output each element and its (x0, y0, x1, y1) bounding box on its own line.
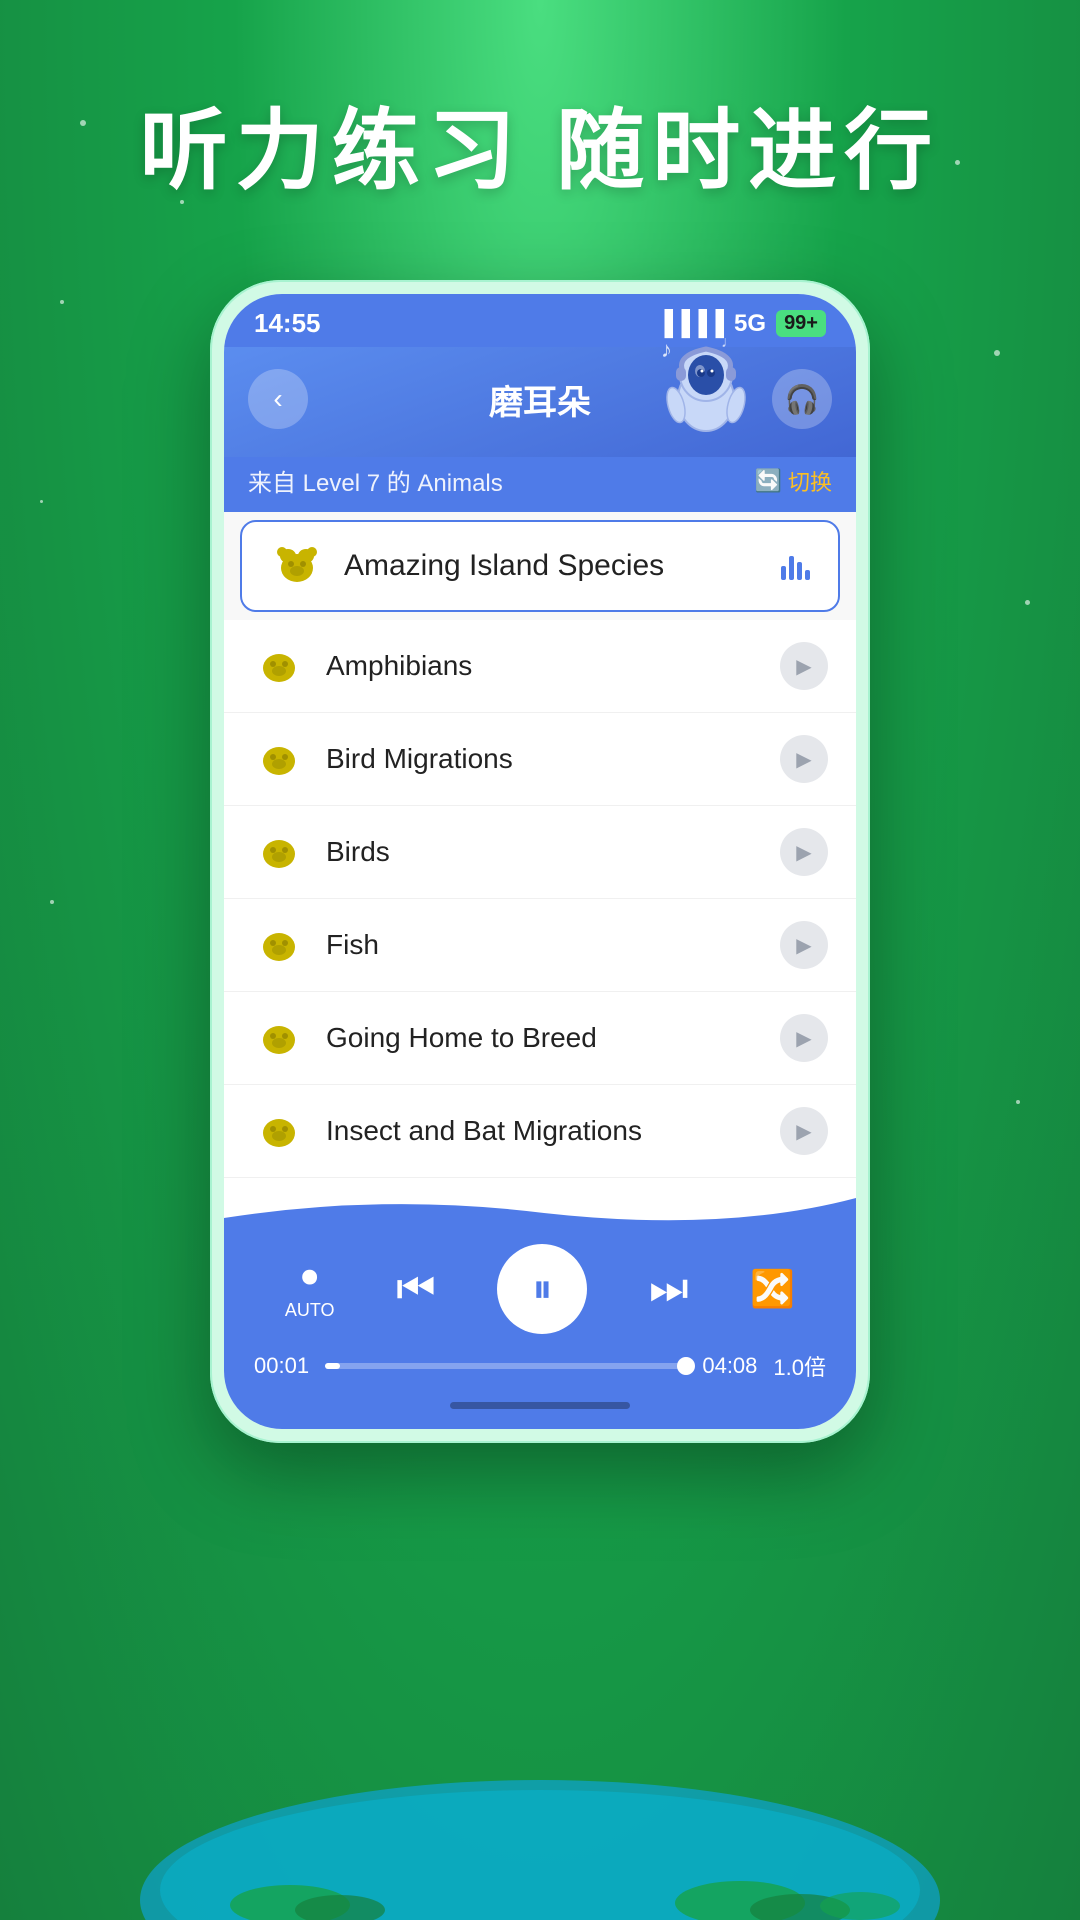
track-item-4[interactable]: Birds ▶ (224, 806, 856, 899)
wave-section (224, 1178, 856, 1228)
auto-label: AUTO (285, 1300, 335, 1321)
back-icon: ‹ (273, 383, 282, 415)
star (50, 900, 54, 904)
track-name-6: Going Home to Breed (326, 1022, 760, 1054)
progress-dot (677, 1357, 695, 1375)
pause-icon: ⏸ (532, 1267, 552, 1312)
headphone-icon: 🎧 (785, 383, 820, 416)
track-list: Amazing Island Species (224, 512, 856, 1178)
player-controls: ⏺ AUTO ⏮ ⏸ ⏭ 🔀 (254, 1244, 826, 1334)
auto-icon: ⏺ (302, 1258, 318, 1296)
progress-fill (325, 1363, 339, 1369)
back-button[interactable]: ‹ (248, 369, 308, 429)
progress-track[interactable] (325, 1363, 686, 1369)
phone-screen: 14:55 ▐▐▐▐ 5G 99+ ‹ 磨耳朵 ♪ ♩ (224, 294, 856, 1429)
play-button-6[interactable]: ▶ (780, 1014, 828, 1062)
bear-icon-5 (252, 923, 306, 967)
play-button-4[interactable]: ▶ (780, 828, 828, 876)
track-item-5[interactable]: Fish ▶ (224, 899, 856, 992)
player-section: ⏺ AUTO ⏮ ⏸ ⏭ 🔀 (224, 1228, 856, 1392)
current-time: 00:01 (254, 1353, 309, 1379)
svg-text:♩: ♩ (721, 334, 737, 351)
track-item-1[interactable]: Amazing Island Species (240, 520, 840, 612)
home-bar (450, 1402, 630, 1409)
phone-mockup: 14:55 ▐▐▐▐ 5G 99+ ‹ 磨耳朵 ♪ ♩ (210, 280, 870, 1443)
prev-icon: ⏮ (396, 1264, 436, 1314)
progress-area: 00:01 04:08 1.0倍 (254, 1350, 826, 1382)
track-item-2[interactable]: Amphibians ▶ (224, 620, 856, 713)
play-button-7[interactable]: ▶ (780, 1107, 828, 1155)
refresh-icon: 🔄 (755, 468, 782, 494)
play-button-2[interactable]: ▶ (780, 642, 828, 690)
bear-icon-6 (252, 1016, 306, 1060)
status-time: 14:55 (254, 308, 321, 339)
sub-header: 来自 Level 7 的 Animals 🔄 切换 (224, 457, 856, 512)
battery-badge: 99+ (776, 310, 826, 337)
playing-indicator (781, 552, 810, 580)
track-item-3[interactable]: Bird Migrations ▶ (224, 713, 856, 806)
star (40, 500, 43, 503)
play-button-3[interactable]: ▶ (780, 735, 828, 783)
play-button-5[interactable]: ▶ (780, 921, 828, 969)
star (60, 300, 64, 304)
bear-icon-2 (252, 644, 306, 688)
track-name-1: Amazing Island Species (344, 549, 761, 583)
svg-text:♪: ♪ (661, 337, 672, 362)
star (994, 350, 1000, 356)
bear-icon-4 (252, 830, 306, 874)
track-name-7: Insect and Bat Migrations (326, 1115, 760, 1147)
shuffle-icon: 🔀 (750, 1268, 795, 1310)
star (1016, 1100, 1020, 1104)
astronaut-icon: ♪ ♩ (646, 327, 766, 447)
switch-label: 切换 (788, 465, 832, 497)
play-pause-button[interactable]: ⏸ (497, 1244, 587, 1334)
track-item-6[interactable]: Going Home to Breed ▶ (224, 992, 856, 1085)
phone-frame: 14:55 ▐▐▐▐ 5G 99+ ‹ 磨耳朵 ♪ ♩ (210, 280, 870, 1443)
next-icon: ⏭ (649, 1264, 689, 1314)
switch-button[interactable]: 🔄 切换 (755, 465, 832, 497)
prev-button[interactable]: ⏮ (396, 1264, 436, 1314)
next-button[interactable]: ⏭ (649, 1264, 689, 1314)
track-name-3: Bird Migrations (326, 743, 760, 775)
planet-decoration (140, 1720, 940, 1920)
bear-icon-3 (252, 737, 306, 781)
total-time: 04:08 (702, 1353, 757, 1379)
speed-badge: 1.0倍 (773, 1350, 826, 1382)
app-header: ‹ 磨耳朵 ♪ ♩ (224, 347, 856, 457)
shuffle-button[interactable]: 🔀 (750, 1268, 795, 1310)
home-indicator-area (224, 1392, 856, 1429)
auto-button[interactable]: ⏺ AUTO (285, 1258, 335, 1321)
playlist-label: 来自 Level 7 的 Animals (248, 463, 503, 498)
hero-title: 听力练习 随时进行 (0, 80, 1080, 207)
track-name-2: Amphibians (326, 650, 760, 682)
bear-icon-7 (252, 1109, 306, 1153)
track-name-5: Fish (326, 929, 760, 961)
wave-svg (224, 1178, 856, 1228)
track-name-4: Birds (326, 836, 760, 868)
track-item-7[interactable]: Insect and Bat Migrations ▶ (224, 1085, 856, 1178)
astronaut-decoration: ♪ ♩ (646, 327, 776, 457)
star (1025, 600, 1030, 605)
headphone-button[interactable]: 🎧 (772, 369, 832, 429)
bear-icon (270, 544, 324, 588)
